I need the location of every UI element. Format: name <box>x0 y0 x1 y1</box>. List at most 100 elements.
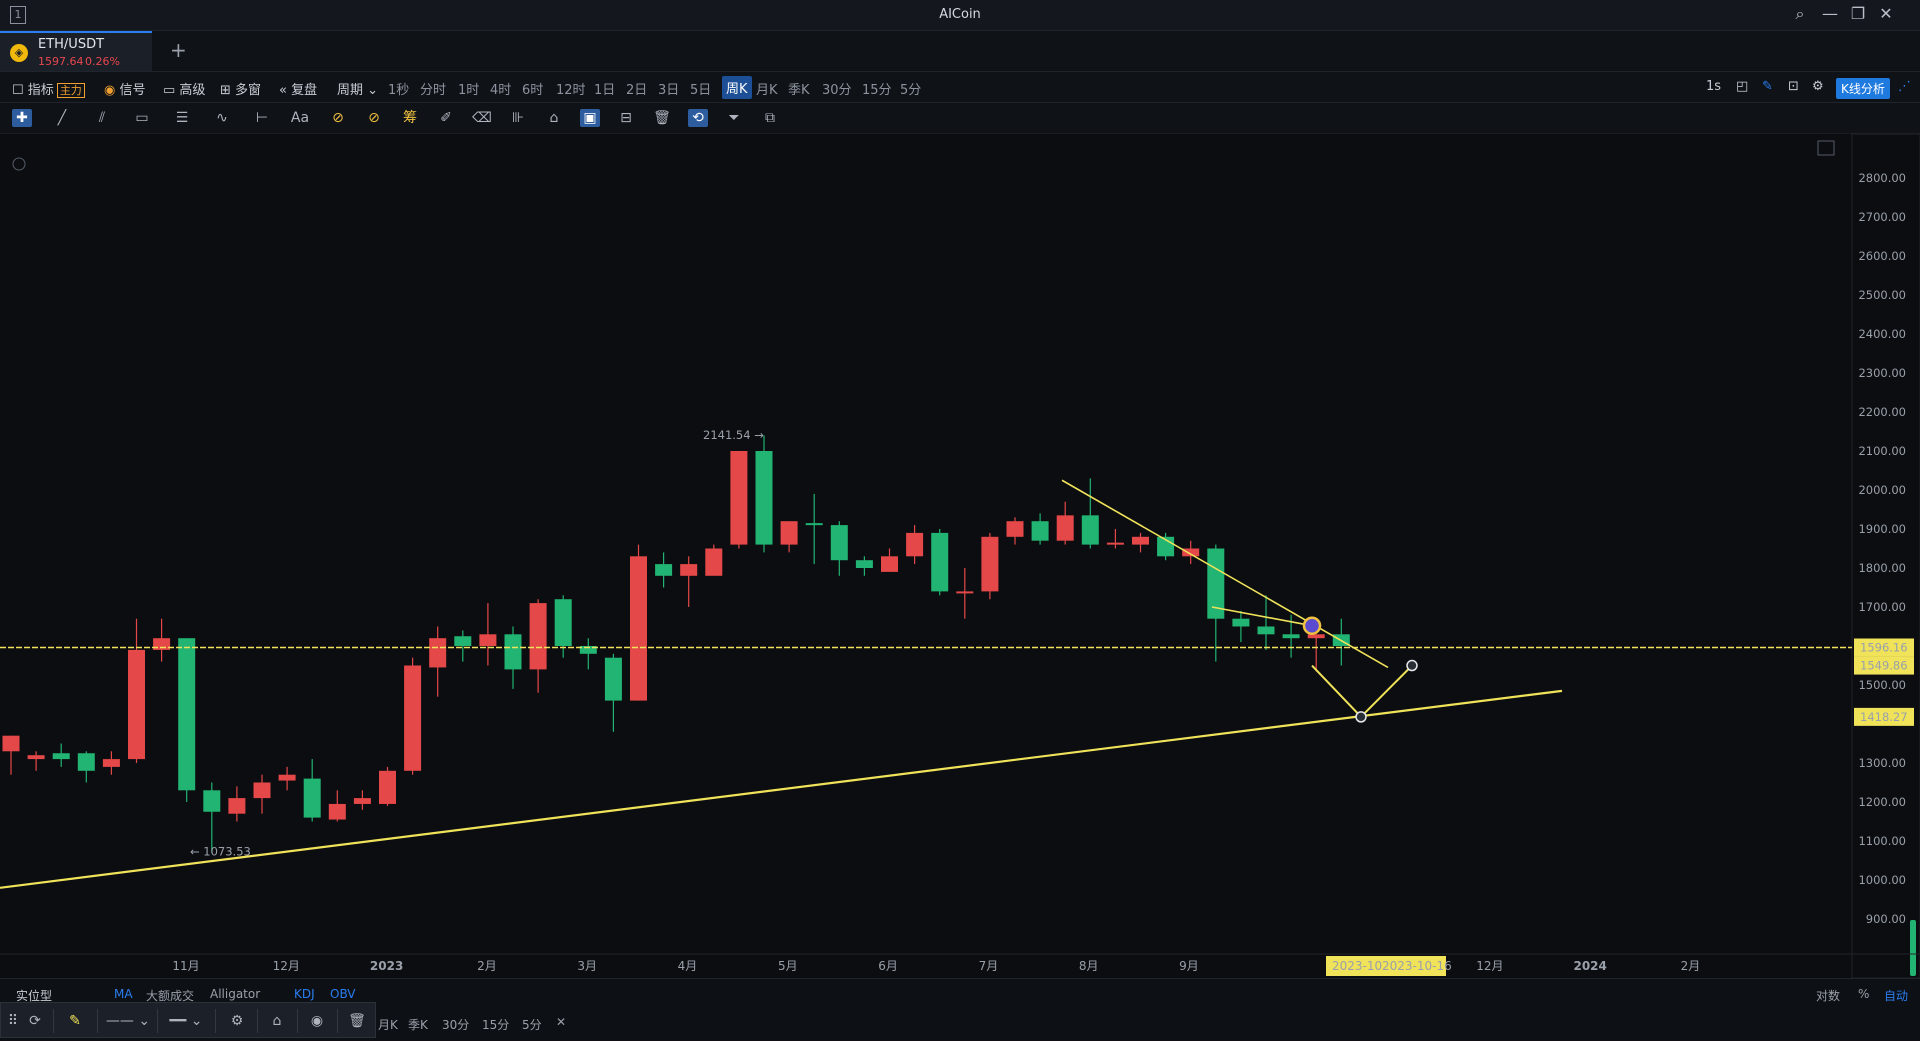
copy-icon[interactable]: ⧉ <box>760 109 780 127</box>
fib-tool-icon[interactable]: ☰ <box>172 109 192 127</box>
interval-6[interactable]: 1日 <box>594 79 615 98</box>
candle[interactable] <box>755 435 773 553</box>
camera-icon[interactable]: ◰ <box>1736 79 1748 94</box>
layout-icon[interactable]: ⊡ <box>1788 79 1799 94</box>
candle[interactable] <box>1132 532 1149 553</box>
support-trendline[interactable] <box>0 689 1563 889</box>
candle[interactable] <box>328 790 346 822</box>
forecast-path[interactable] <box>1311 664 1413 719</box>
interval-12[interactable]: 季K <box>788 79 810 98</box>
line-tool-icon[interactable]: ╱ <box>52 109 72 127</box>
candle[interactable] <box>1182 540 1200 565</box>
interval-9[interactable]: 5日 <box>690 79 711 98</box>
candle[interactable] <box>1257 595 1275 650</box>
candle[interactable] <box>680 556 698 607</box>
drag-handle-icon[interactable]: ⠿ <box>3 1011 23 1031</box>
search-icon[interactable]: ⌕ <box>1788 4 1812 24</box>
close-icon[interactable]: ✕ <box>556 1015 566 1029</box>
line-style-dropdown[interactable]: —— ⌄ <box>103 1011 153 1031</box>
crosshair-tool-icon[interactable]: ✚ <box>12 109 32 127</box>
kline-analysis-button[interactable]: K线分析 <box>1836 78 1890 99</box>
candle[interactable] <box>228 786 246 822</box>
tab-eth-usdt[interactable]: ◈ ETH/USDT 1597.64 0.26% <box>0 31 152 71</box>
candle[interactable] <box>630 544 647 701</box>
lock-icon[interactable]: ⌂ <box>544 109 564 127</box>
candle[interactable] <box>353 790 371 810</box>
candle[interactable] <box>1056 501 1074 545</box>
line-width-dropdown[interactable]: ━━ ⌄ <box>161 1011 211 1031</box>
bottom-indicator-0[interactable]: MA <box>114 987 133 1001</box>
bottom-indicator-3[interactable]: KDJ <box>294 987 315 1001</box>
volume-scroll-indicator[interactable] <box>1910 920 1916 976</box>
candle[interactable] <box>579 638 597 670</box>
interval-13[interactable]: 30分 <box>822 79 852 98</box>
bottom-interval-3[interactable]: 15分 <box>482 1016 509 1033</box>
interval-14[interactable]: 15分 <box>862 79 892 98</box>
candle[interactable] <box>102 751 120 775</box>
candle[interactable] <box>730 451 748 549</box>
close-icon[interactable]: ✕ <box>1874 4 1898 23</box>
replay-button[interactable]: « 复盘 <box>279 79 317 98</box>
candle[interactable] <box>780 521 798 553</box>
short-resistance-line[interactable] <box>1211 606 1313 627</box>
candle[interactable] <box>153 618 171 662</box>
candle[interactable] <box>830 521 848 576</box>
candle[interactable] <box>404 657 422 775</box>
percent-toggle[interactable]: % <box>1858 987 1869 1001</box>
candle[interactable] <box>906 525 924 565</box>
interval-4[interactable]: 6时 <box>522 79 543 98</box>
add-tab-button[interactable]: + <box>170 38 187 62</box>
interval-5[interactable]: 12时 <box>556 79 586 98</box>
eraser-icon[interactable]: ⌫ <box>472 109 492 127</box>
interval-7[interactable]: 2日 <box>626 79 647 98</box>
settings-icon[interactable]: ⚙ <box>1812 79 1824 94</box>
candle[interactable] <box>655 552 673 588</box>
measure-tool-icon[interactable]: ⊢ <box>252 109 272 127</box>
y-axis-background[interactable] <box>1851 133 1920 979</box>
magnet-tool-icon[interactable]: ⊘ <box>328 109 348 127</box>
template-icon[interactable]: ⊟ <box>616 109 636 127</box>
candle[interactable] <box>1307 634 1325 672</box>
bottom-interval-2[interactable]: 30分 <box>442 1016 469 1033</box>
rectangle-tool-icon[interactable]: ▭ <box>132 109 152 127</box>
candle[interactable] <box>1232 610 1250 643</box>
color-pen-icon[interactable]: ✎ <box>65 1011 85 1031</box>
interval-10[interactable]: 周K <box>722 76 752 99</box>
bottom-interval-1[interactable]: 季K <box>408 1016 428 1033</box>
text-tool-icon[interactable]: Aa <box>290 109 310 127</box>
candle[interactable] <box>881 548 898 572</box>
bottom-interval-4[interactable]: 5分 <box>522 1016 542 1033</box>
candle[interactable] <box>278 766 296 791</box>
refresh-rate[interactable]: 1s <box>1706 79 1721 94</box>
delete-icon[interactable]: 🗑 <box>652 109 672 127</box>
candle[interactable] <box>429 626 447 697</box>
candle[interactable] <box>178 638 196 802</box>
chip-tool-icon[interactable]: 筹 <box>400 109 420 127</box>
signal-button[interactable]: ◉ 信号 <box>104 79 146 98</box>
interval-8[interactable]: 3日 <box>658 79 679 98</box>
candle[interactable] <box>52 743 70 767</box>
share-icon[interactable]: ⋰ <box>1898 79 1911 94</box>
log-scale-toggle[interactable]: 对数 <box>1816 987 1840 1004</box>
settings-icon[interactable]: ⚙ <box>227 1011 247 1031</box>
candle[interactable] <box>1332 618 1350 666</box>
candle[interactable] <box>1081 478 1099 549</box>
restore-icon[interactable]: ❐ <box>1846 4 1870 23</box>
candle[interactable] <box>303 759 321 822</box>
y-axis[interactable] <box>1851 133 1920 979</box>
candle[interactable] <box>604 653 622 732</box>
candle[interactable] <box>1282 614 1300 658</box>
candle[interactable] <box>77 751 95 783</box>
interval-2[interactable]: 1时 <box>458 79 479 98</box>
candle[interactable] <box>554 595 572 658</box>
selected-anchor-handle[interactable] <box>1302 616 1322 635</box>
bottom-indicator-2[interactable]: Alligator <box>210 987 260 1001</box>
candle[interactable] <box>1207 544 1225 662</box>
trash-icon[interactable]: 🗑 <box>347 1011 367 1031</box>
advanced-button[interactable]: ▭ 高级 <box>163 79 205 98</box>
candle[interactable] <box>1157 532 1175 561</box>
candle[interactable] <box>504 626 522 689</box>
resistance-trendline[interactable] <box>1061 479 1389 669</box>
interval-11[interactable]: 月K <box>756 79 778 98</box>
wave-tool-icon[interactable]: ∿ <box>212 109 232 127</box>
